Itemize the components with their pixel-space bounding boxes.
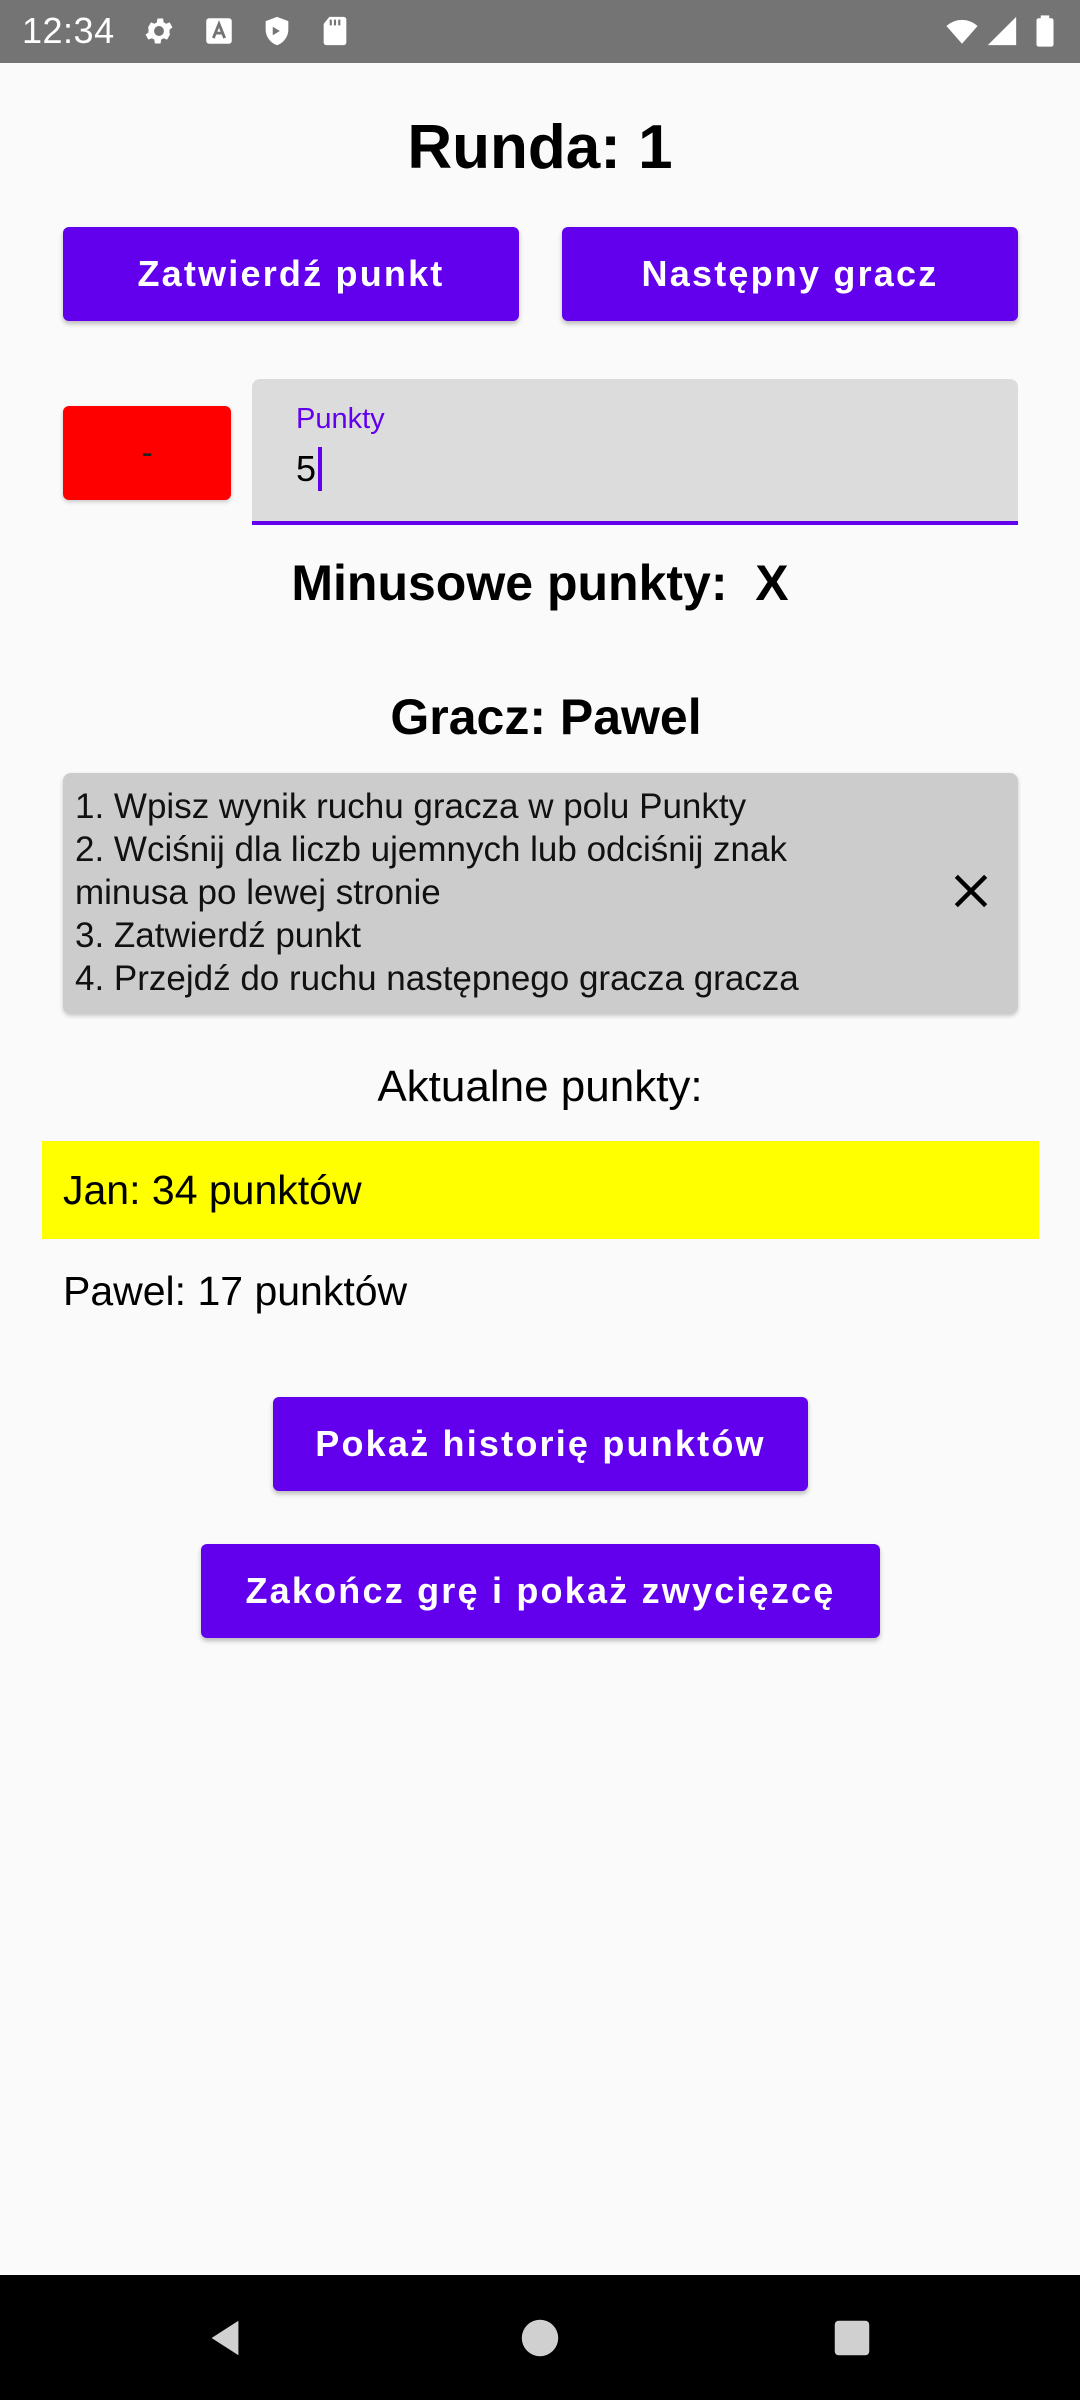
recents-icon[interactable] (829, 2315, 875, 2361)
points-input-value[interactable]: 5 (296, 447, 323, 491)
signal-icon (985, 14, 1019, 48)
points-input-label: Punkty (296, 403, 385, 435)
instruction-line: 4. Przejdź do ruchu następnego gracza gr… (75, 959, 799, 998)
score-row: Pawel: 17 punktów (63, 1267, 408, 1314)
current-player-title: Gracz: Pawel (390, 689, 702, 745)
instruction-line: 2. Wciśnij dla liczb ujemnych lub odciśn… (75, 830, 787, 869)
show-history-button[interactable]: Pokaż historię punktów (273, 1397, 808, 1491)
score-row-leader: Jan: 34 punktów (42, 1141, 1039, 1239)
navigation-bar (0, 2275, 1080, 2400)
minus-points-status: Minusowe punkty: X (291, 555, 789, 611)
instruction-line: 1. Wpisz wynik ruchu gracza w polu Punkt… (75, 787, 747, 826)
status-bar: 12:34 (0, 0, 1080, 63)
text-cursor (318, 447, 323, 491)
wifi-icon (945, 14, 979, 48)
sd-card-icon (318, 14, 352, 48)
end-game-button[interactable]: Zakończ grę i pokaż zwycięzcę (201, 1544, 880, 1638)
shield-icon (260, 14, 294, 48)
home-icon[interactable] (517, 2315, 563, 2361)
round-title: Runda: 1 (407, 113, 673, 182)
confirm-point-button[interactable]: Zatwierdź punkt (63, 227, 519, 321)
battery-icon (1033, 14, 1057, 48)
instructions-card: 1. Wpisz wynik ruchu gracza w polu Punkt… (63, 773, 1018, 1014)
points-input-text: 5 (296, 448, 317, 489)
status-time: 12:34 (22, 10, 115, 51)
current-scores-title: Aktualne punkty: (377, 1062, 703, 1111)
screen: 12:34 Runda: 1 Zatwierdź punkt Następny … (0, 0, 1080, 2400)
points-input[interactable]: Punkty 5 (252, 379, 1018, 525)
instruction-line: 3. Zatwierdź punkt (75, 916, 361, 955)
instruction-line: minusa po lewej stronie (75, 873, 441, 912)
back-icon[interactable] (202, 2315, 248, 2361)
close-icon[interactable] (949, 869, 993, 913)
next-player-button[interactable]: Następny gracz (562, 227, 1018, 321)
gear-icon (142, 14, 176, 48)
font-a-icon (202, 14, 236, 48)
minus-toggle-button[interactable]: - (63, 406, 231, 500)
